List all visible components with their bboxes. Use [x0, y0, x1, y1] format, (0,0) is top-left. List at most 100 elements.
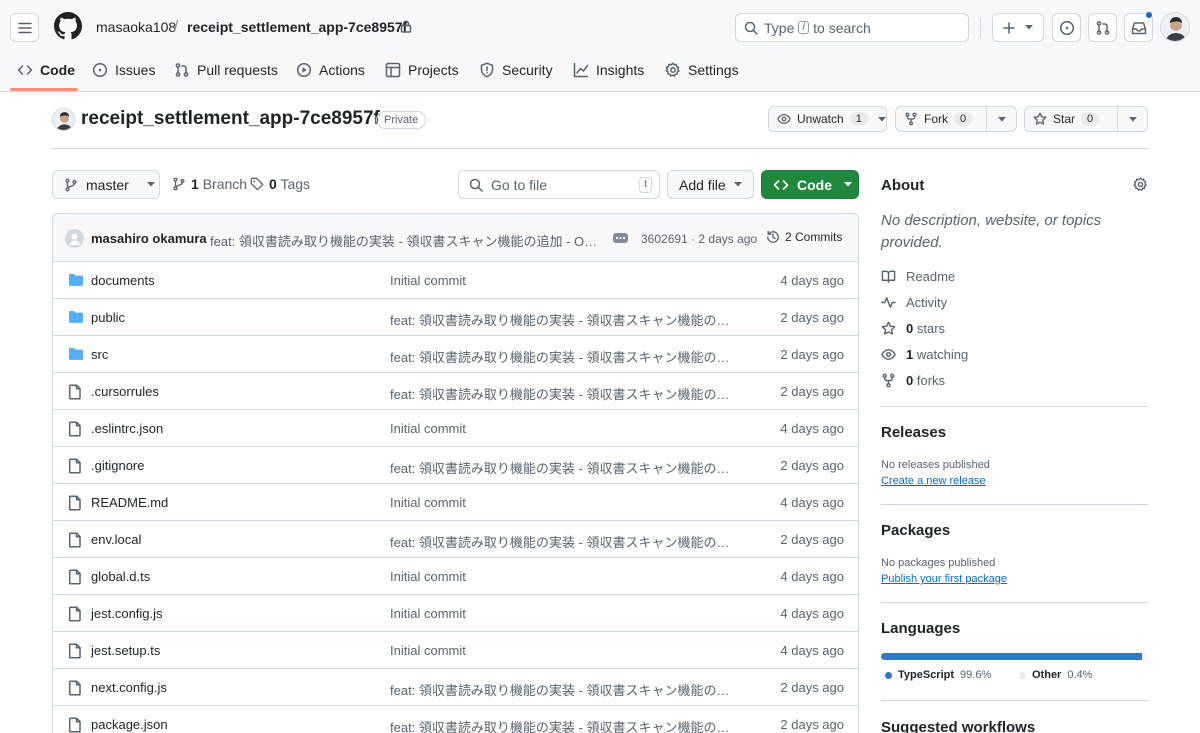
file-name[interactable]: jest.setup.ts	[91, 643, 160, 658]
file-name[interactable]: global.d.ts	[91, 569, 150, 584]
chevron-down-icon[interactable]	[877, 116, 886, 122]
language-typescript[interactable]: TypeScript 99.6%	[885, 669, 991, 681]
watching-link[interactable]: 1 watching	[881, 347, 968, 362]
file-commit-message[interactable]: Initial commit	[390, 643, 735, 658]
publish-package-link[interactable]: Publish your first package	[881, 573, 1007, 585]
repo-owner-avatar[interactable]	[52, 108, 75, 131]
file-name[interactable]: env.local	[91, 532, 141, 547]
star-button-main[interactable]: Star 0	[1025, 107, 1117, 131]
file-name[interactable]: next.config.js	[91, 680, 167, 695]
file-row[interactable]: package.json feat: 領収書読み取り機能の実装 - 領収書スキャン…	[53, 706, 858, 733]
file-commit-date[interactable]: 4 days ago	[780, 569, 844, 584]
file-commit-message[interactable]: feat: 領収書読み取り機能の実装 - 領収書スキャン機能の追加	[390, 717, 735, 733]
file-name[interactable]: public	[91, 310, 125, 325]
file-commit-date[interactable]: 4 days ago	[780, 606, 844, 621]
tab-actions[interactable]: Actions	[296, 54, 365, 86]
file-commit-date[interactable]: 4 days ago	[780, 643, 844, 658]
tab-pull-requests[interactable]: Pull requests	[174, 54, 278, 86]
commits-link[interactable]: 2 Commits	[766, 230, 842, 244]
user-avatar[interactable]	[1160, 12, 1190, 42]
file-row[interactable]: public feat: 領収書読み取り機能の実装 - 領収書スキャン機能の追加 2…	[53, 299, 858, 336]
file-commit-date[interactable]: 4 days ago	[780, 495, 844, 510]
file-row[interactable]: env.local feat: 領収書読み取り機能の実装 - 領収書スキャン機能の…	[53, 521, 858, 558]
star-dropdown[interactable]	[1117, 107, 1147, 131]
releases-heading[interactable]: Releases	[881, 424, 946, 441]
file-commit-message[interactable]: feat: 領収書読み取り機能の実装 - 領収書スキャン機能の追加	[390, 532, 735, 551]
file-commit-message[interactable]: Initial commit	[390, 495, 735, 510]
go-to-file-input[interactable]: Go to file t	[458, 170, 660, 199]
file-commit-message[interactable]: Initial commit	[390, 273, 735, 288]
file-name[interactable]: documents	[91, 273, 155, 288]
pull-requests-button[interactable]	[1088, 13, 1117, 42]
file-row[interactable]: .gitignore feat: 領収書読み取り機能の実装 - 領収書スキャン機能…	[53, 447, 858, 484]
commit-author[interactable]: masahiro okamura	[91, 231, 207, 246]
file-commit-message[interactable]: feat: 領収書読み取り機能の実装 - 領収書スキャン機能の追加	[390, 384, 735, 403]
file-row[interactable]: global.d.ts Initial commit 4 days ago	[53, 558, 858, 595]
repo-title[interactable]: receipt_settlement_app-7ce8957f	[81, 108, 380, 130]
tab-settings[interactable]: Settings	[665, 54, 739, 86]
file-commit-message[interactable]: feat: 領収書読み取り機能の実装 - 領収書スキャン機能の追加	[390, 310, 735, 329]
tab-security[interactable]: Security	[479, 54, 553, 86]
file-row[interactable]: src feat: 領収書読み取り機能の実装 - 領収書スキャン機能の追加 2 da…	[53, 336, 858, 373]
language-other[interactable]: Other 0.4%	[1019, 669, 1092, 681]
fork-button-main[interactable]: Fork 0	[896, 107, 986, 131]
tab-insights[interactable]: Insights	[573, 54, 644, 86]
file-row[interactable]: documents Initial commit 4 days ago	[53, 262, 858, 299]
create-new-button[interactable]	[992, 13, 1044, 42]
star-button[interactable]: Star 0	[1024, 106, 1148, 132]
file-commit-message[interactable]: feat: 領収書読み取り機能の実装 - 領収書スキャン機能の追加	[390, 347, 735, 366]
file-row[interactable]: jest.config.js Initial commit 4 days ago	[53, 595, 858, 632]
issues-button[interactable]	[1052, 13, 1081, 42]
file-commit-date[interactable]: 2 days ago	[780, 532, 844, 547]
file-commit-message[interactable]: Initial commit	[390, 569, 735, 584]
watch-button[interactable]: Unwatch 1	[768, 106, 887, 132]
tab-issues[interactable]: Issues	[92, 54, 155, 86]
ellipsis-icon[interactable]	[613, 233, 628, 243]
forks-link[interactable]: 0 forks	[881, 373, 945, 388]
github-logo-icon[interactable]	[54, 12, 82, 40]
create-release-link[interactable]: Create a new release	[881, 475, 986, 487]
code-button[interactable]: Code	[761, 170, 859, 199]
file-name[interactable]: jest.config.js	[91, 606, 163, 621]
file-commit-message[interactable]: Initial commit	[390, 421, 735, 436]
file-name[interactable]: .eslintrc.json	[91, 421, 163, 436]
file-commit-date[interactable]: 2 days ago	[780, 680, 844, 695]
gear-icon[interactable]	[1133, 177, 1148, 192]
file-commit-date[interactable]: 4 days ago	[780, 421, 844, 436]
watch-button-main[interactable]: Unwatch 1	[769, 107, 876, 131]
stars-link[interactable]: 0 stars	[881, 321, 945, 336]
activity-link[interactable]: Activity	[881, 295, 947, 310]
file-commit-date[interactable]: 2 days ago	[780, 458, 844, 473]
file-row[interactable]: .cursorrules feat: 領収書読み取り機能の実装 - 領収書スキャン…	[53, 373, 858, 410]
branches-link[interactable]: 1 Branch	[172, 176, 247, 192]
file-name[interactable]: README.md	[91, 495, 168, 510]
file-commit-date[interactable]: 2 days ago	[780, 310, 844, 325]
file-commit-message[interactable]: feat: 領収書読み取り機能の実装 - 領収書スキャン機能の追加	[390, 680, 735, 699]
file-commit-date[interactable]: 2 days ago	[780, 717, 844, 732]
branch-selector[interactable]: master	[52, 170, 160, 199]
file-row[interactable]: .eslintrc.json Initial commit 4 days ago	[53, 410, 858, 447]
menu-button[interactable]	[10, 13, 39, 42]
file-row[interactable]: README.md Initial commit 4 days ago	[53, 484, 858, 521]
tags-link[interactable]: 0 Tags	[250, 176, 310, 192]
breadcrumb-owner[interactable]: masaoka108	[96, 19, 176, 35]
file-row[interactable]: next.config.js feat: 領収書読み取り機能の実装 - 領収書スキ…	[53, 669, 858, 706]
breadcrumb-repo[interactable]: receipt_settlement_app-7ce8957f	[187, 19, 407, 35]
tab-code[interactable]: Code	[17, 54, 75, 86]
packages-heading[interactable]: Packages	[881, 522, 950, 539]
readme-link[interactable]: Readme	[881, 269, 955, 284]
file-row[interactable]: jest.setup.ts Initial commit 4 days ago	[53, 632, 858, 669]
commit-hash-time[interactable]: 3602691 · 2 days ago	[641, 232, 757, 246]
file-name[interactable]: .cursorrules	[91, 384, 159, 399]
file-commit-message[interactable]: feat: 領収書読み取り機能の実装 - 領収書スキャン機能の追加	[390, 458, 735, 477]
file-name[interactable]: .gitignore	[91, 458, 144, 473]
fork-dropdown[interactable]	[986, 107, 1016, 131]
file-name[interactable]: package.json	[91, 717, 168, 732]
add-file-button[interactable]: Add file	[667, 170, 754, 199]
fork-button[interactable]: Fork 0	[895, 106, 1017, 132]
file-commit-date[interactable]: 4 days ago	[780, 273, 844, 288]
commit-message[interactable]: feat: 領収書読み取り機能の実装 - 領収書スキャン機能の追加 - OCR機…	[210, 231, 598, 250]
search-input[interactable]: Type / to search	[735, 13, 969, 42]
commit-author-avatar[interactable]	[65, 229, 84, 248]
file-commit-date[interactable]: 2 days ago	[780, 384, 844, 399]
